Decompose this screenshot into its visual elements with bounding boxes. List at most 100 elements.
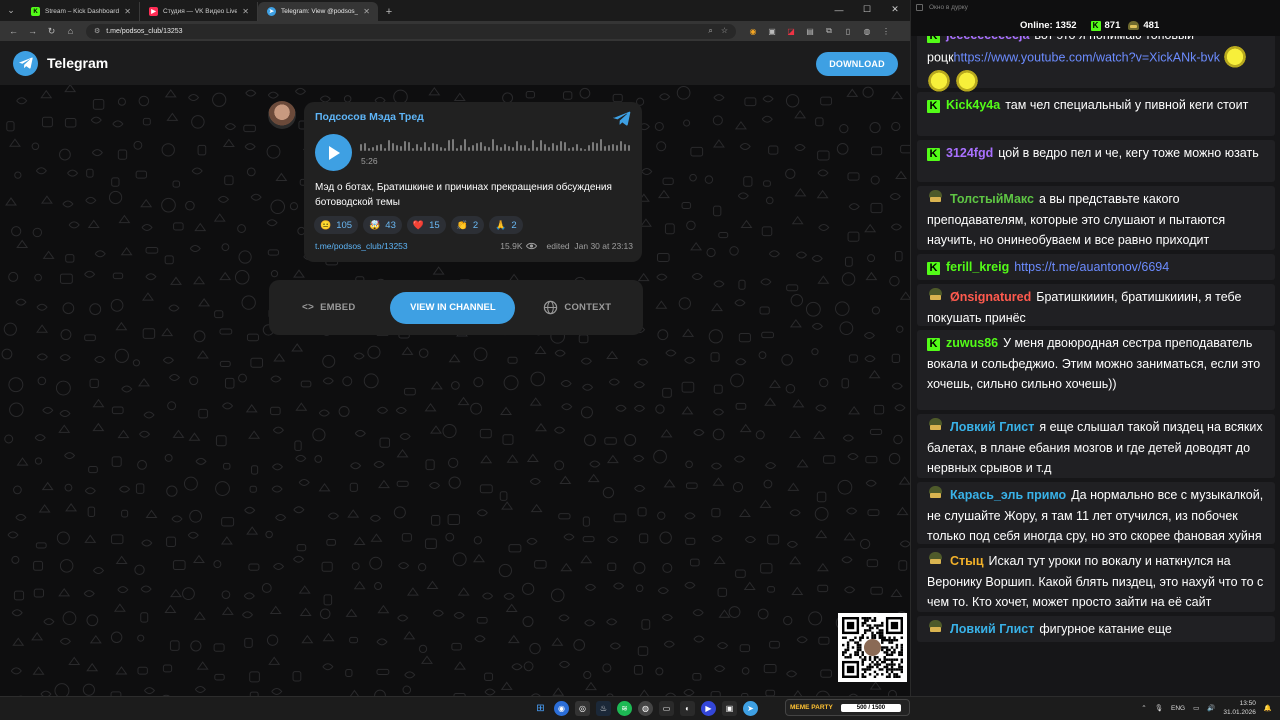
extension-icon[interactable]: ◉ xyxy=(746,24,760,38)
close-icon[interactable]: ✕ xyxy=(363,7,370,16)
telegram-icon[interactable]: ➤ xyxy=(743,701,758,716)
reaction-chip[interactable]: 😐 105 xyxy=(314,216,359,234)
doodle-shape xyxy=(59,559,74,573)
close-icon[interactable]: ✕ xyxy=(242,7,249,16)
chat-message-link[interactable]: https://www.youtube.com/watch?v=XickANk-… xyxy=(954,50,1220,64)
steam-icon[interactable]: ♨ xyxy=(596,701,611,716)
channel-name[interactable]: Подсосов Мэда Тред xyxy=(315,111,631,123)
microphone-icon[interactable]: 🎙 xyxy=(1155,704,1163,712)
site-info-icon[interactable]: ⚙ xyxy=(94,27,100,35)
chat-username[interactable]: ТолстыйМакс xyxy=(950,192,1034,206)
chat-username[interactable]: Карась_эль примо xyxy=(950,488,1066,502)
doodle-shape xyxy=(634,484,646,492)
view-in-channel-button[interactable]: VIEW IN CHANNEL xyxy=(390,291,516,324)
reaction-chip[interactable]: 🙏 2 xyxy=(489,216,523,234)
chat-message-list[interactable]: Kjeeeeeeeeeejaвот это я понимаю топовый … xyxy=(917,36,1275,682)
forward-icon[interactable]: → xyxy=(23,22,42,41)
chrome-icon[interactable]: ◉ xyxy=(554,701,569,716)
chat-username[interactable]: zuwus86 xyxy=(946,336,998,350)
doodle-shape xyxy=(817,584,829,593)
tab-vk-video[interactable]: ▶ Студия — VK Видео Live ✕ xyxy=(140,2,258,21)
extensions-puzzle-icon[interactable]: ⧉ xyxy=(822,24,836,38)
extension-icon[interactable]: ▣ xyxy=(765,24,779,38)
doodle-shape xyxy=(164,89,177,98)
bookmark-star-icon[interactable]: ☆ xyxy=(721,26,728,36)
chat-username[interactable]: Kick4y4a xyxy=(946,98,1000,112)
profile-icon[interactable]: ◍ xyxy=(860,24,874,38)
reaction-chip[interactable]: ❤️ 15 xyxy=(406,216,446,234)
volume-icon[interactable]: 🔊 xyxy=(1207,704,1215,712)
app-icon[interactable]: ◎ xyxy=(575,701,590,716)
extension-icon[interactable]: ▤ xyxy=(803,24,817,38)
new-tab-button[interactable]: + xyxy=(378,2,400,21)
maximize-icon[interactable]: ☐ xyxy=(853,2,881,17)
audio-waveform[interactable] xyxy=(360,137,630,151)
telegram-brand-name[interactable]: Telegram xyxy=(47,55,108,71)
doodle-shape xyxy=(115,321,128,331)
app-icon[interactable]: ▭ xyxy=(659,701,674,716)
chat-username[interactable]: Стыц xyxy=(950,554,984,568)
waveform-bar xyxy=(408,142,410,151)
sidebar-icon[interactable]: ▯ xyxy=(841,24,855,38)
app-icon[interactable]: ◐ xyxy=(680,701,695,716)
doodle-shape xyxy=(501,501,514,510)
clock[interactable]: 13:50 31.01.2026 xyxy=(1223,699,1256,717)
language-indicator[interactable]: ENG xyxy=(1171,705,1185,712)
waveform-bar xyxy=(488,147,490,151)
close-window-icon[interactable]: ✕ xyxy=(881,2,909,17)
chat-username[interactable]: Ловкий Глист xyxy=(950,622,1034,636)
waveform-bar xyxy=(568,148,570,151)
chevron-up-icon[interactable]: ⌃ xyxy=(1141,704,1146,712)
telegram-logo-icon[interactable] xyxy=(13,50,38,76)
reaction-chip[interactable]: 🤯 43 xyxy=(363,216,402,234)
doodle-shape xyxy=(768,145,779,155)
media-player-icon[interactable]: ▶ xyxy=(701,701,716,716)
download-button[interactable]: DOWNLOAD xyxy=(816,52,898,76)
chat-username[interactable]: jeeeeeeeeeeja xyxy=(946,36,1029,42)
start-windows-icon[interactable]: ⊞ xyxy=(533,701,548,716)
doodle-shape xyxy=(712,139,725,148)
doodle-shape xyxy=(353,352,365,360)
waveform-bar xyxy=(560,141,562,151)
doodle-shape xyxy=(870,202,883,214)
chat-username[interactable]: Ønsignatured xyxy=(950,290,1031,304)
back-icon[interactable]: ← xyxy=(4,22,23,41)
doodle-shape xyxy=(735,569,746,578)
chat-message-link[interactable]: https://t.me/auantonov/6694 xyxy=(1014,260,1169,274)
tab-search-icon[interactable]: ⌄ xyxy=(0,0,22,21)
zoom-icon[interactable]: ⌕ xyxy=(708,26,712,36)
doodle-shape xyxy=(189,376,199,386)
clock-time: 13:50 xyxy=(1239,700,1256,707)
doodle-shape xyxy=(837,479,853,495)
tab-telegram[interactable]: ➤ Telegram: View @podsos_club ✕ xyxy=(258,2,378,21)
address-bar[interactable]: ⚙ t.me/podsos_club/13253 ⌕ ☆ xyxy=(86,23,736,39)
context-button[interactable]: CONTEXT xyxy=(543,300,611,315)
spotify-icon[interactable]: ≋ xyxy=(617,701,632,716)
post-link[interactable]: t.me/podsos_club/13253 xyxy=(315,241,408,251)
obs-icon[interactable]: ◍ xyxy=(638,701,653,716)
chat-message: Kjeeeeeeeeeejaвот это я понимаю топовый … xyxy=(917,36,1275,94)
doodle-shape xyxy=(448,476,461,489)
channel-avatar[interactable] xyxy=(268,101,296,129)
reaction-chip[interactable]: 👏 2 xyxy=(450,216,485,234)
chat-username[interactable]: ferill_kreig xyxy=(946,260,1009,274)
minimize-icon[interactable]: — xyxy=(825,2,853,17)
reload-icon[interactable]: ↻ xyxy=(42,22,61,41)
play-button[interactable] xyxy=(315,134,352,171)
app-icon[interactable]: ▣ xyxy=(722,701,737,716)
doodle-shape xyxy=(376,668,390,676)
tab-kick-dashboard[interactable]: K Stream – Kick Dashboard ✕ xyxy=(22,2,140,21)
notifications-icon[interactable]: 🔔 xyxy=(1264,704,1272,712)
waveform-bar xyxy=(612,144,614,151)
network-icon[interactable]: ▭ xyxy=(1193,704,1199,712)
close-icon[interactable]: ✕ xyxy=(124,7,131,16)
menu-icon[interactable]: ⋮ xyxy=(879,24,893,38)
doodle-shape xyxy=(273,562,285,570)
embed-button[interactable]: <> EMBED xyxy=(302,302,355,313)
home-icon[interactable]: ⌂ xyxy=(61,22,80,41)
extension-icon[interactable]: ◪ xyxy=(784,24,798,38)
chat-username[interactable]: Ловкий Глист xyxy=(950,420,1034,434)
doodle-shape xyxy=(161,327,174,337)
doodle-shape xyxy=(182,587,195,601)
chat-username[interactable]: 3124fgd xyxy=(946,146,993,160)
